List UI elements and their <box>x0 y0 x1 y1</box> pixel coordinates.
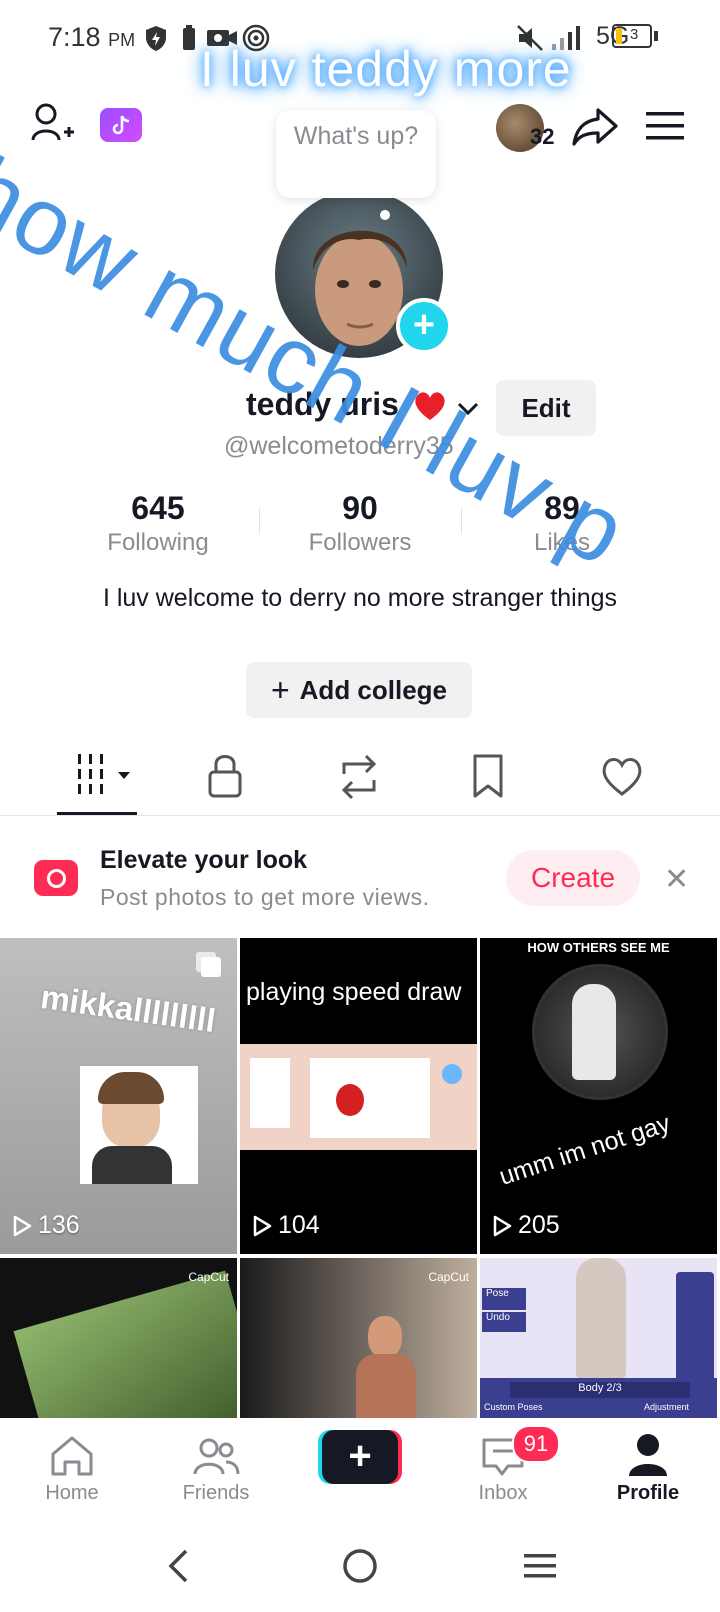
whats-up-bubble[interactable]: What's up? <box>276 110 436 198</box>
add-friend-icon[interactable] <box>30 100 76 146</box>
plus-icon: + <box>322 1430 398 1484</box>
view-count: 136 <box>12 1211 80 1240</box>
followers-stat[interactable]: 90 Followers <box>270 490 450 557</box>
repost-icon[interactable] <box>336 752 416 802</box>
menu-icon[interactable] <box>646 110 686 142</box>
video-thumbnail[interactable]: Pose Undo Body 2/3 Custom Poses Adjustme… <box>480 1258 717 1420</box>
nav-profile[interactable]: Profile <box>583 1428 713 1505</box>
multi-photo-icon <box>196 952 221 977</box>
overlay-text-top: I luv teddy more <box>200 41 572 97</box>
close-icon[interactable]: ✕ <box>664 862 689 897</box>
video-thumbnail[interactable]: CapCut <box>0 1258 237 1420</box>
friends-icon <box>193 1438 240 1475</box>
bio: I luv welcome to derry no more stranger … <box>102 584 618 612</box>
back-icon[interactable] <box>166 1548 190 1584</box>
nav-home[interactable]: Home <box>7 1428 137 1505</box>
video-thumbnail[interactable]: playing speed draw 104 <box>240 938 477 1254</box>
camera-icon <box>34 860 78 896</box>
profile-icon <box>629 1434 667 1476</box>
profile-views-count: 32 <box>530 124 555 149</box>
plus-icon: + <box>270 671 290 708</box>
capcut-badge: CapCut <box>188 1270 229 1284</box>
video-thumbnail[interactable]: CapCut <box>240 1258 477 1420</box>
capcut-badge: CapCut <box>428 1270 469 1284</box>
view-count: 205 <box>492 1211 560 1240</box>
following-stat[interactable]: 645 Following <box>68 490 248 557</box>
create-button[interactable]: Create <box>506 850 640 906</box>
tab-videos[interactable] <box>70 752 150 802</box>
lock-icon[interactable] <box>206 752 286 802</box>
shield-icon <box>146 26 166 51</box>
video-thumbnail[interactable]: HOW OTHERS SEE ME umm im not gay 205 <box>480 938 717 1254</box>
bookmark-icon[interactable] <box>470 752 550 802</box>
promo-subtitle: Post photos to get more views. <box>100 884 430 910</box>
video-thumbnail[interactable]: mikkalllllllll 136 <box>0 938 237 1254</box>
add-story-button[interactable]: + <box>396 298 452 354</box>
battery-icon: 3 <box>612 24 652 48</box>
view-count: 104 <box>252 1211 320 1240</box>
add-college-button[interactable]: + Add college <box>246 662 472 718</box>
inbox-badge: 91 <box>512 1425 560 1463</box>
recents-icon[interactable] <box>524 1552 556 1580</box>
share-icon[interactable] <box>572 106 618 146</box>
tiktok-studio-icon[interactable] <box>100 108 142 142</box>
status-time: 7:18 PM <box>48 22 136 52</box>
battery-saver-icon <box>183 25 195 50</box>
create-post-button[interactable]: + <box>318 1430 402 1484</box>
home-icon <box>51 1436 93 1476</box>
home-button-icon[interactable] <box>342 1548 378 1584</box>
promo-title: Elevate your look <box>100 846 308 874</box>
heart-icon[interactable] <box>600 752 680 802</box>
nav-friends[interactable]: Friends <box>151 1428 281 1505</box>
